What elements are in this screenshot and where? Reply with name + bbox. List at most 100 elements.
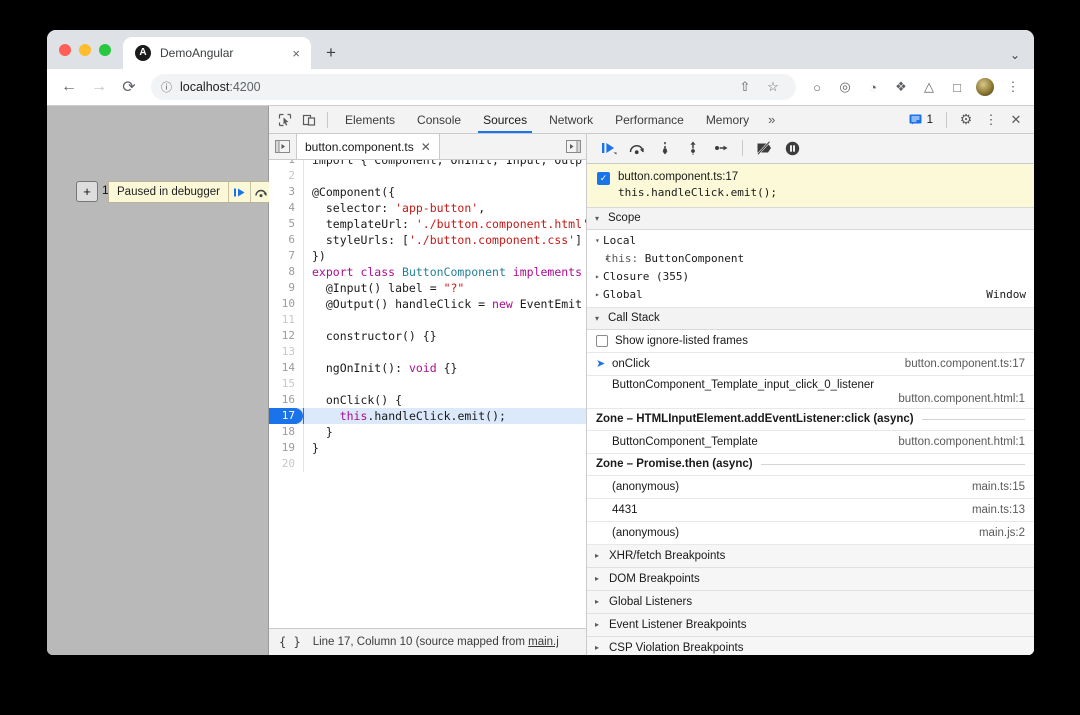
code-line-current[interactable]: 17 this. handleClick. emit(); [269, 408, 586, 424]
site-info-icon[interactable]: ⓘ [161, 79, 172, 95]
line-number[interactable]: 1 [269, 160, 303, 168]
code-line[interactable]: 8 export class ButtonComponent implements [269, 264, 586, 280]
code-line[interactable]: 3 @Component({ [269, 184, 586, 200]
call-stack-frame[interactable]: 4431 main.ts:13 [587, 499, 1034, 522]
chevron-down-icon[interactable]: ▾ [595, 236, 603, 245]
scope-group-closure[interactable]: ▸ Closure (355) [587, 268, 1034, 286]
tab-search-chevron-icon[interactable]: ⌄ [1010, 48, 1020, 62]
new-tab-button[interactable]: + [317, 39, 345, 67]
line-number[interactable]: 12 [269, 328, 303, 344]
show-ignore-listed-frames-row[interactable]: Show ignore-listed frames [587, 330, 1034, 353]
line-number[interactable]: 13 [269, 344, 303, 360]
close-file-tab-icon[interactable]: ✕ [421, 140, 431, 154]
ghost-extension-icon[interactable]: ○ [804, 74, 830, 100]
puzzle-extensions-icon[interactable]: ❖ [888, 74, 914, 100]
code-line[interactable]: 6 styleUrls: ['./button.component.css'] [269, 232, 586, 248]
show-navigator-button[interactable] [272, 138, 292, 156]
breakpoint-section-header[interactable]: ▸ Global Listeners [587, 590, 1034, 614]
step-out-button[interactable] [681, 137, 705, 159]
code-line[interactable]: 19} [269, 440, 586, 456]
close-window-button[interactable] [59, 43, 71, 56]
code-line[interactable]: 9 @Input() label = "?" [269, 280, 586, 296]
scope-group-local[interactable]: ▾ Local [587, 232, 1034, 250]
code-line[interactable]: 1 import { Component, OnInit, Input, Outp [269, 160, 586, 168]
forward-button[interactable]: → [85, 73, 113, 101]
tab-performance[interactable]: Performance [604, 106, 695, 133]
line-number[interactable]: 19 [269, 440, 303, 456]
source-map-link[interactable]: main.j [528, 636, 559, 648]
code-line[interactable]: 13 [269, 344, 586, 360]
tab-console[interactable]: Console [406, 106, 472, 133]
devtools-kebab-icon[interactable]: ⋮ [979, 108, 1003, 132]
line-number[interactable]: 10 [269, 296, 303, 312]
code-line[interactable]: 14 ngOnInit(): void {} [269, 360, 586, 376]
code-line[interactable]: 20 [269, 456, 586, 472]
line-number[interactable]: 9 [269, 280, 303, 296]
line-number[interactable]: 17 [269, 408, 303, 424]
close-tab-button[interactable]: × [290, 45, 302, 62]
ignore-listed-checkbox[interactable] [596, 334, 608, 347]
tab-memory[interactable]: Memory [695, 106, 760, 133]
privacy-extension-icon[interactable]: ◔ [860, 74, 886, 100]
address-bar[interactable]: ⓘ localhost:4200 ⇧ ☆ [151, 74, 796, 100]
line-number[interactable]: 3 [269, 184, 303, 200]
scope-entry-this[interactable]: ▸ this: ButtonComponent [587, 250, 1034, 268]
back-button[interactable]: ← [55, 73, 83, 101]
breakpoint-section-header[interactable]: ▸ Event Listener Breakpoints [587, 613, 1034, 637]
more-tabs-icon[interactable]: » [760, 112, 783, 127]
line-number[interactable]: 18 [269, 424, 303, 440]
line-number[interactable]: 4 [269, 200, 303, 216]
code-line[interactable]: 12 constructor() {} [269, 328, 586, 344]
line-number[interactable]: 20 [269, 456, 303, 472]
browser-tab[interactable]: A DemoAngular × [123, 37, 311, 69]
line-number[interactable]: 8 [269, 264, 303, 280]
call-stack-frame-active[interactable]: ➤ onClick button.component.ts:17 [587, 353, 1034, 376]
profile-avatar[interactable] [976, 78, 994, 96]
line-number[interactable]: 6 [269, 232, 303, 248]
inspect-element-icon[interactable] [273, 108, 297, 132]
breakpoint-section-header[interactable]: ▸ XHR/fetch Breakpoints [587, 544, 1034, 568]
tab-sources[interactable]: Sources [472, 106, 538, 133]
console-messages-badge[interactable]: 1 [905, 113, 939, 127]
breakpoint-section-header[interactable]: ▸ DOM Breakpoints [587, 567, 1034, 591]
line-number[interactable]: 7 [269, 248, 303, 264]
chevron-right-icon[interactable]: ▸ [595, 290, 603, 299]
scope-section-header[interactable]: ▾ Scope [587, 207, 1034, 230]
deactivate-breakpoints-button[interactable] [752, 137, 776, 159]
line-number[interactable]: 11 [269, 312, 303, 328]
flask-extension-icon[interactable]: △ [916, 74, 942, 100]
code-line[interactable]: 11 [269, 312, 586, 328]
call-stack-frame[interactable]: (anonymous) main.js:2 [587, 522, 1034, 545]
line-number[interactable]: 15 [269, 376, 303, 392]
code-line[interactable]: 4 selector: 'app-button', [269, 200, 586, 216]
show-debugger-button[interactable] [563, 138, 583, 156]
pause-on-exceptions-button[interactable] [780, 137, 804, 159]
step-into-button[interactable] [653, 137, 677, 159]
line-number[interactable]: 14 [269, 360, 303, 376]
app-plus-button[interactable]: + [76, 181, 98, 202]
breakpoint-location[interactable]: button.component.ts:17 [618, 171, 777, 183]
call-stack-frame[interactable]: ButtonComponent_Template button.component… [587, 431, 1034, 454]
maximize-window-button[interactable] [99, 43, 111, 56]
line-number[interactable]: 16 [269, 392, 303, 408]
code-line[interactable]: 2 [269, 168, 586, 184]
overlay-resume-button[interactable] [227, 182, 250, 202]
tab-network[interactable]: Network [538, 106, 604, 133]
browser-menu-icon[interactable]: ⋮ [1000, 74, 1026, 100]
tab-elements[interactable]: Elements [334, 106, 406, 133]
code-line[interactable]: 18 } [269, 424, 586, 440]
breakpoint-section-header[interactable]: ▸ CSP Violation Breakpoints [587, 636, 1034, 655]
line-number[interactable]: 2 [269, 168, 303, 184]
breakpoint-checkbox[interactable]: ✓ [597, 171, 610, 185]
step-button[interactable] [709, 137, 733, 159]
incognito-extension-icon[interactable]: ◎ [832, 74, 858, 100]
code-editor[interactable]: 1 import { Component, OnInit, Input, Outp… [269, 160, 586, 628]
code-line[interactable]: 7}) [269, 248, 586, 264]
code-line[interactable]: 5 templateUrl: './button.component.html' [269, 216, 586, 232]
gear-icon[interactable]: ⚙ [954, 108, 978, 132]
code-line[interactable]: 10 @Output() handleClick = new EventEmit [269, 296, 586, 312]
scope-group-global[interactable]: ▸ Global Window [587, 286, 1034, 304]
chevron-right-icon[interactable]: ▸ [595, 254, 610, 263]
sidepanel-icon[interactable]: □ [944, 74, 970, 100]
chevron-right-icon[interactable]: ▸ [595, 272, 603, 281]
